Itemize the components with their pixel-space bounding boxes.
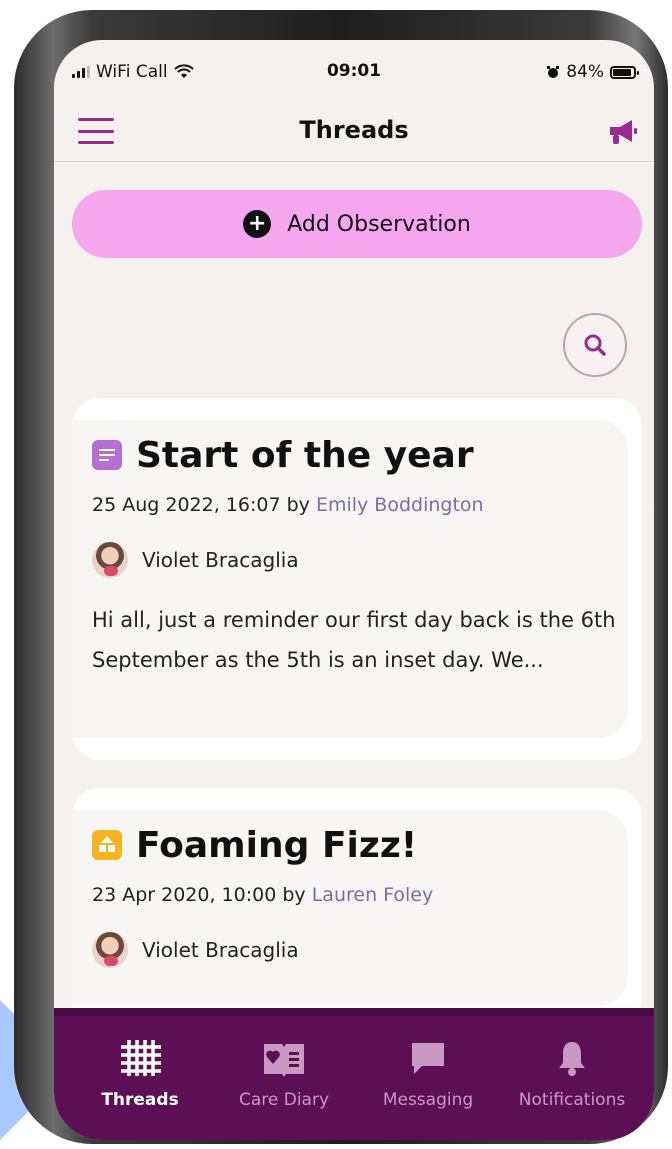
alarm-icon: [547, 66, 560, 78]
child-name: Violet Bracaglia: [142, 548, 299, 572]
thread-meta: 25 Aug 2022, 16:07 by Emily Boddington: [92, 494, 628, 516]
diary-icon: [214, 1038, 354, 1078]
nav-label-notifications: Notifications: [518, 1090, 626, 1110]
bottom-navigation: Threads Care Diary Messaging Notificatio…: [54, 1008, 654, 1140]
phone-frame: WiFi Call 09:01 84% Threads + Add Observ…: [14, 10, 668, 1144]
thread-card[interactable]: Foaming Fizz! 23 Apr 2020, 10:00 by Laur…: [72, 788, 642, 1028]
child-tag: Violet Bracaglia: [92, 542, 628, 578]
thread-date: 25 Aug 2022, 16:07 by: [92, 494, 310, 516]
battery-icon: [610, 65, 639, 79]
thread-excerpt: Hi all, just a reminder our first day ba…: [92, 608, 616, 672]
page-title: Threads: [299, 116, 409, 144]
add-observation-label: Add Observation: [287, 211, 471, 237]
search-button[interactable]: [563, 313, 627, 377]
battery-percent: 84%: [566, 62, 604, 82]
plus-circle-icon: +: [243, 210, 272, 238]
nav-tab-notifications[interactable]: Notifications: [502, 1038, 642, 1110]
thread-title-row: Start of the year: [92, 430, 628, 480]
thread-card-body: Foaming Fizz! 23 Apr 2020, 10:00 by Laur…: [72, 810, 628, 1006]
chat-icon: [358, 1038, 498, 1078]
group-activity-icon: [92, 830, 122, 860]
thread-title: Start of the year: [136, 434, 474, 476]
nav-tab-threads[interactable]: Threads: [70, 1038, 210, 1110]
avatar: [92, 542, 128, 578]
note-icon: [92, 440, 122, 470]
nav-tab-messaging[interactable]: Messaging: [358, 1038, 498, 1110]
megaphone-icon[interactable]: [604, 116, 640, 148]
child-tag: Violet Bracaglia: [92, 932, 628, 968]
nav-tab-care-diary[interactable]: Care Diary: [214, 1038, 354, 1110]
nav-label-messaging: Messaging: [382, 1090, 474, 1110]
thread-author-link[interactable]: Emily Boddington: [316, 494, 484, 516]
thread-title-row: Foaming Fizz!: [92, 820, 628, 870]
bell-icon: [502, 1038, 642, 1078]
app-screen: WiFi Call 09:01 84% Threads + Add Observ…: [54, 40, 654, 1140]
thread-title: Foaming Fizz!: [136, 824, 418, 866]
nav-label-threads: Threads: [101, 1090, 179, 1110]
nav-top-border: [54, 1008, 654, 1016]
add-observation-button[interactable]: + Add Observation: [72, 190, 642, 258]
thread-date: 23 Apr 2020, 10:00 by: [92, 884, 306, 906]
app-header: Threads: [54, 102, 654, 162]
nav-label-care-diary: Care Diary: [238, 1090, 330, 1110]
avatar: [92, 932, 128, 968]
status-right: 84%: [546, 62, 639, 82]
thread-card-body: Start of the year 25 Aug 2022, 16:07 by …: [72, 420, 628, 738]
search-icon: [584, 334, 606, 356]
status-bar: WiFi Call 09:01 84%: [54, 40, 654, 102]
thread-author-link[interactable]: Lauren Foley: [312, 884, 434, 906]
thread-card[interactable]: Start of the year 25 Aug 2022, 16:07 by …: [72, 398, 642, 760]
battery-fill: [613, 68, 632, 76]
thread-meta: 23 Apr 2020, 10:00 by Lauren Foley: [92, 884, 628, 906]
child-name: Violet Bracaglia: [142, 938, 299, 962]
grid-icon: [70, 1038, 210, 1078]
